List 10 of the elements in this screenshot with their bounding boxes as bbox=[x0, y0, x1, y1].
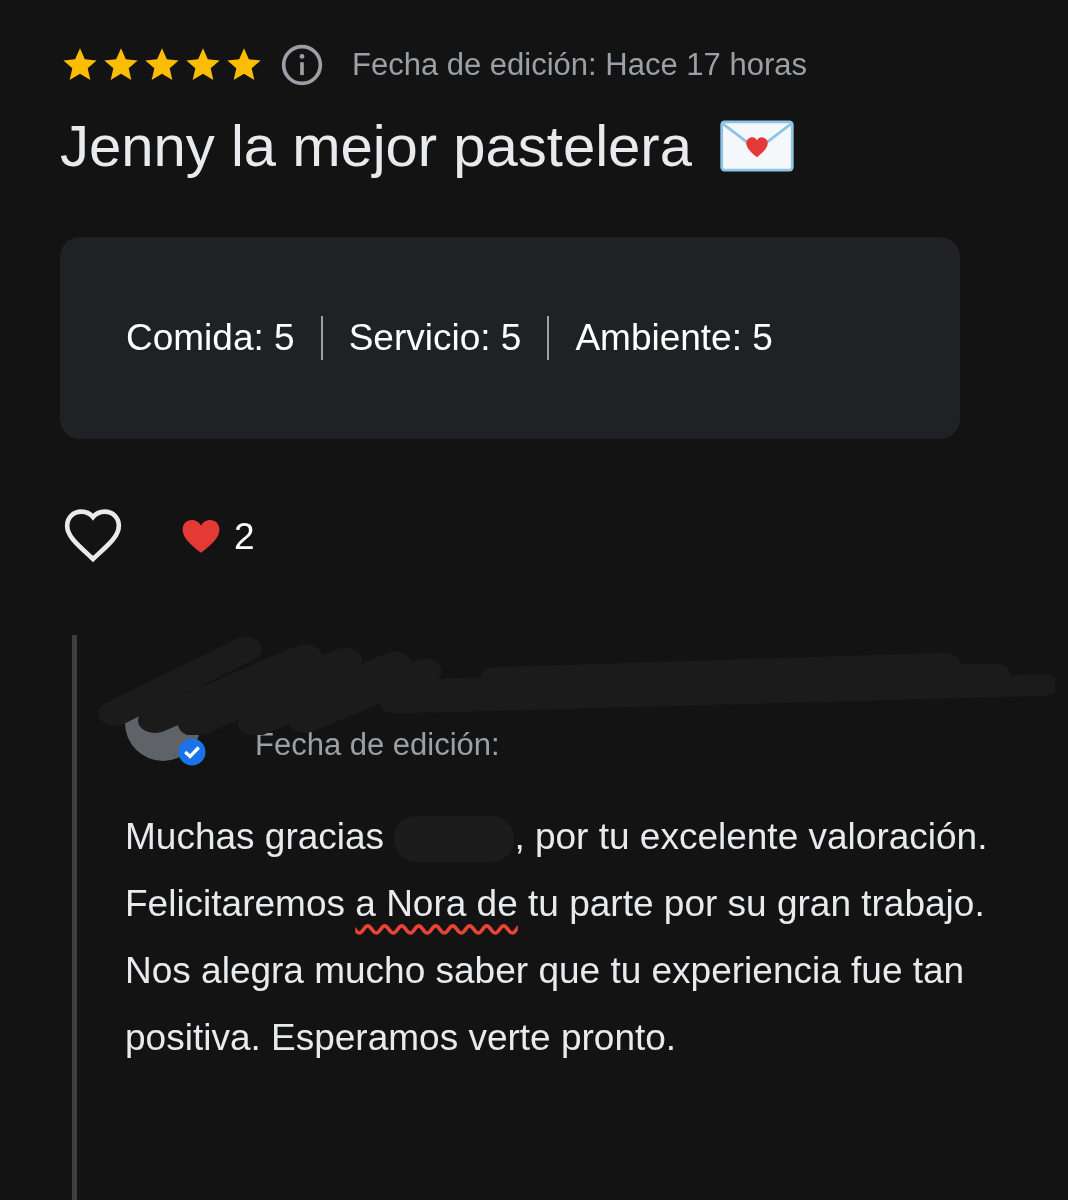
review-title: Jenny la mejor pastelera bbox=[60, 112, 692, 179]
score-label: Servicio: 5 bbox=[348, 317, 522, 359]
love-letter-icon bbox=[717, 119, 796, 172]
info-icon[interactable] bbox=[280, 43, 324, 87]
reaction-count: 2 bbox=[234, 516, 255, 558]
score-label: Comida: 5 bbox=[126, 317, 295, 359]
edit-date: Fecha de edición: Hace 17 horas bbox=[352, 47, 807, 83]
edit-date: Fecha de edición: bbox=[255, 727, 500, 763]
reply-text: Muchas gracias , por tu excelente valoración. Felicitaremos a Nora de tu parte por su gran trabajo. Nos alegra mucho saber que tu experiencia fue tan positiva. Esperamos verte pronto. bbox=[125, 815, 989, 1060]
score-label: Ambiente: 5 bbox=[575, 317, 773, 359]
